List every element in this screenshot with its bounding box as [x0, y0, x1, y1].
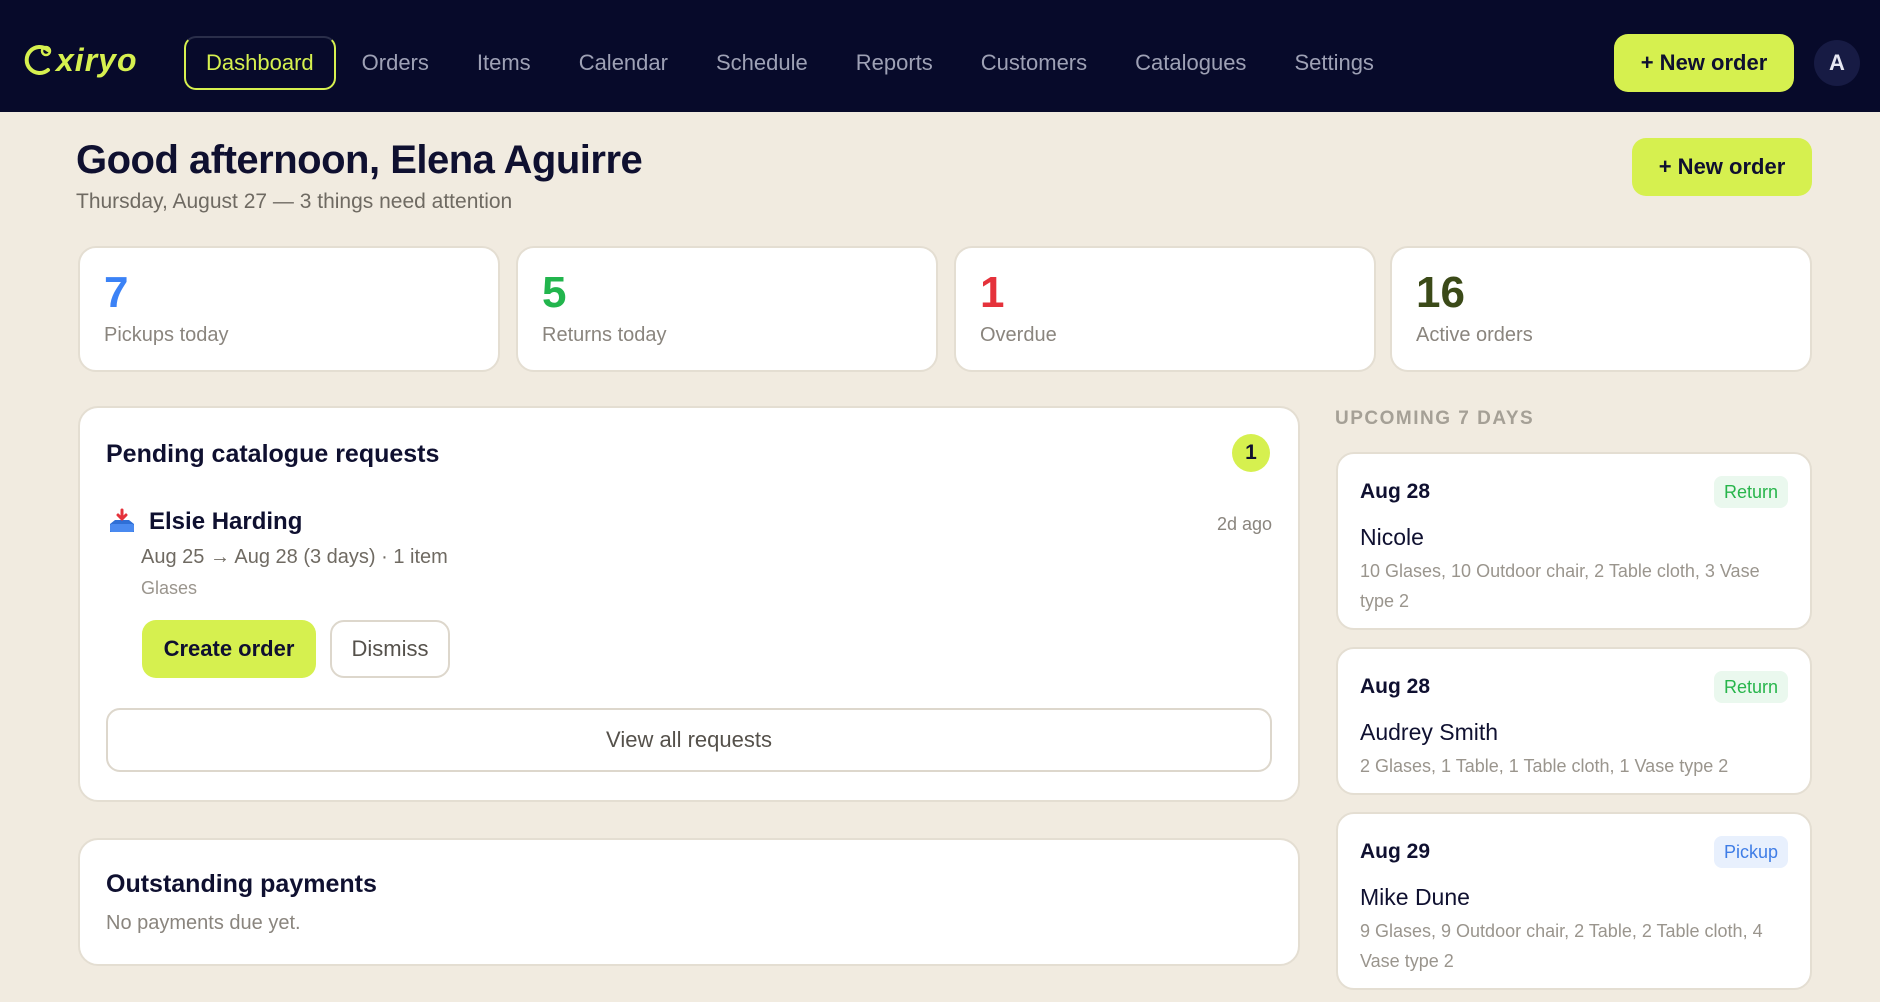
event-customer-name: Mike Dune: [1360, 884, 1470, 910]
request-time-ago: 2d ago: [1216, 514, 1272, 534]
stat-label: Overdue: [980, 324, 1057, 346]
request-dates: Aug 25 → Aug 28 (3 days) · 1 item: [141, 546, 448, 568]
logo-text: xiryo: [56, 41, 138, 78]
inbox-tray-icon: [110, 508, 134, 532]
nav-item-dashboard[interactable]: Dashboard: [184, 36, 336, 90]
nav-item-catalogues[interactable]: Catalogues: [1111, 36, 1270, 90]
stat-card-active-orders[interactable]: 16 Active orders: [1390, 246, 1812, 372]
upcoming-heading: UPCOMING 7 DAYS: [1335, 408, 1535, 429]
page-subtitle: Thursday, August 27 — 3 things need atte…: [76, 190, 513, 213]
event-items: 10 Glases, 10 Outdoor chair, 2 Table clo…: [1360, 561, 1760, 611]
stat-label: Active orders: [1416, 324, 1533, 346]
upcoming-event-card[interactable]: Aug 28 Return Audrey Smith 2 Glases, 1 T…: [1336, 647, 1812, 795]
logo-mark-icon: [24, 45, 52, 75]
outstanding-payments-card: [78, 838, 1300, 966]
stat-value: 16: [1416, 268, 1465, 317]
nav-item-settings[interactable]: Settings: [1270, 36, 1398, 90]
request-items: Glases: [141, 578, 198, 598]
event-type-badge: Pickup: [1713, 836, 1788, 868]
stat-card-pickups[interactable]: 7 Pickups today: [78, 246, 500, 372]
event-type-badge: Return: [1713, 476, 1788, 508]
pending-count-badge: 1: [1232, 434, 1270, 472]
stat-value: 7: [104, 268, 129, 317]
upcoming-event-card[interactable]: Aug 29 Pickup Mike Dune 9 Glases, 9 Outd…: [1336, 812, 1812, 990]
payments-empty-text: No payments due yet.: [106, 912, 301, 934]
event-customer-name: Audrey Smith: [1360, 719, 1499, 745]
stat-card-returns[interactable]: 5 Returns today: [516, 246, 938, 372]
event-type-badge: Return: [1713, 671, 1788, 703]
request-customer-name[interactable]: Elsie Harding: [149, 508, 302, 536]
nav-item-orders[interactable]: Orders: [338, 36, 453, 90]
nav-item-schedule[interactable]: Schedule: [692, 36, 832, 90]
main-nav: Dashboard Orders Items Calendar Schedule…: [184, 36, 1398, 90]
outstanding-payments-title: Outstanding payments: [106, 870, 377, 898]
top-new-order-button[interactable]: + New order: [1614, 34, 1794, 92]
dismiss-button[interactable]: Dismiss: [330, 620, 450, 678]
event-date: Aug 28: [1360, 480, 1431, 503]
event-customer-name: Nicole: [1360, 524, 1424, 550]
view-all-requests-button[interactable]: View all requests: [106, 708, 1272, 772]
stat-label: Returns today: [542, 324, 667, 346]
nav-item-items[interactable]: Items: [453, 36, 555, 90]
event-items: 9 Glases, 9 Outdoor chair, 2 Table, 2 Ta…: [1360, 921, 1763, 971]
user-avatar[interactable]: A: [1814, 40, 1860, 86]
stat-card-overdue[interactable]: 1 Overdue: [954, 246, 1376, 372]
page-title: Good afternoon, Elena Aguirre: [76, 138, 643, 182]
stat-value: 1: [980, 268, 1005, 317]
stat-value: 5: [542, 268, 567, 317]
new-order-button[interactable]: + New order: [1632, 138, 1812, 196]
nav-item-reports[interactable]: Reports: [832, 36, 957, 90]
app-logo[interactable]: xiryo: [24, 40, 137, 80]
create-order-button[interactable]: Create order: [142, 620, 316, 678]
event-date: Aug 29: [1360, 840, 1431, 863]
top-navigation-bar: xiryo Dashboard Orders Items Calendar Sc…: [0, 0, 1880, 112]
nav-item-calendar[interactable]: Calendar: [555, 36, 692, 90]
nav-item-customers[interactable]: Customers: [957, 36, 1111, 90]
stat-label: Pickups today: [104, 324, 229, 346]
event-date: Aug 28: [1360, 675, 1431, 698]
pending-requests-title: Pending catalogue requests: [106, 440, 440, 468]
event-items: 2 Glases, 1 Table, 1 Table cloth, 1 Vase…: [1360, 756, 1729, 776]
upcoming-event-card[interactable]: Aug 28 Return Nicole 10 Glases, 10 Outdo…: [1336, 452, 1812, 630]
